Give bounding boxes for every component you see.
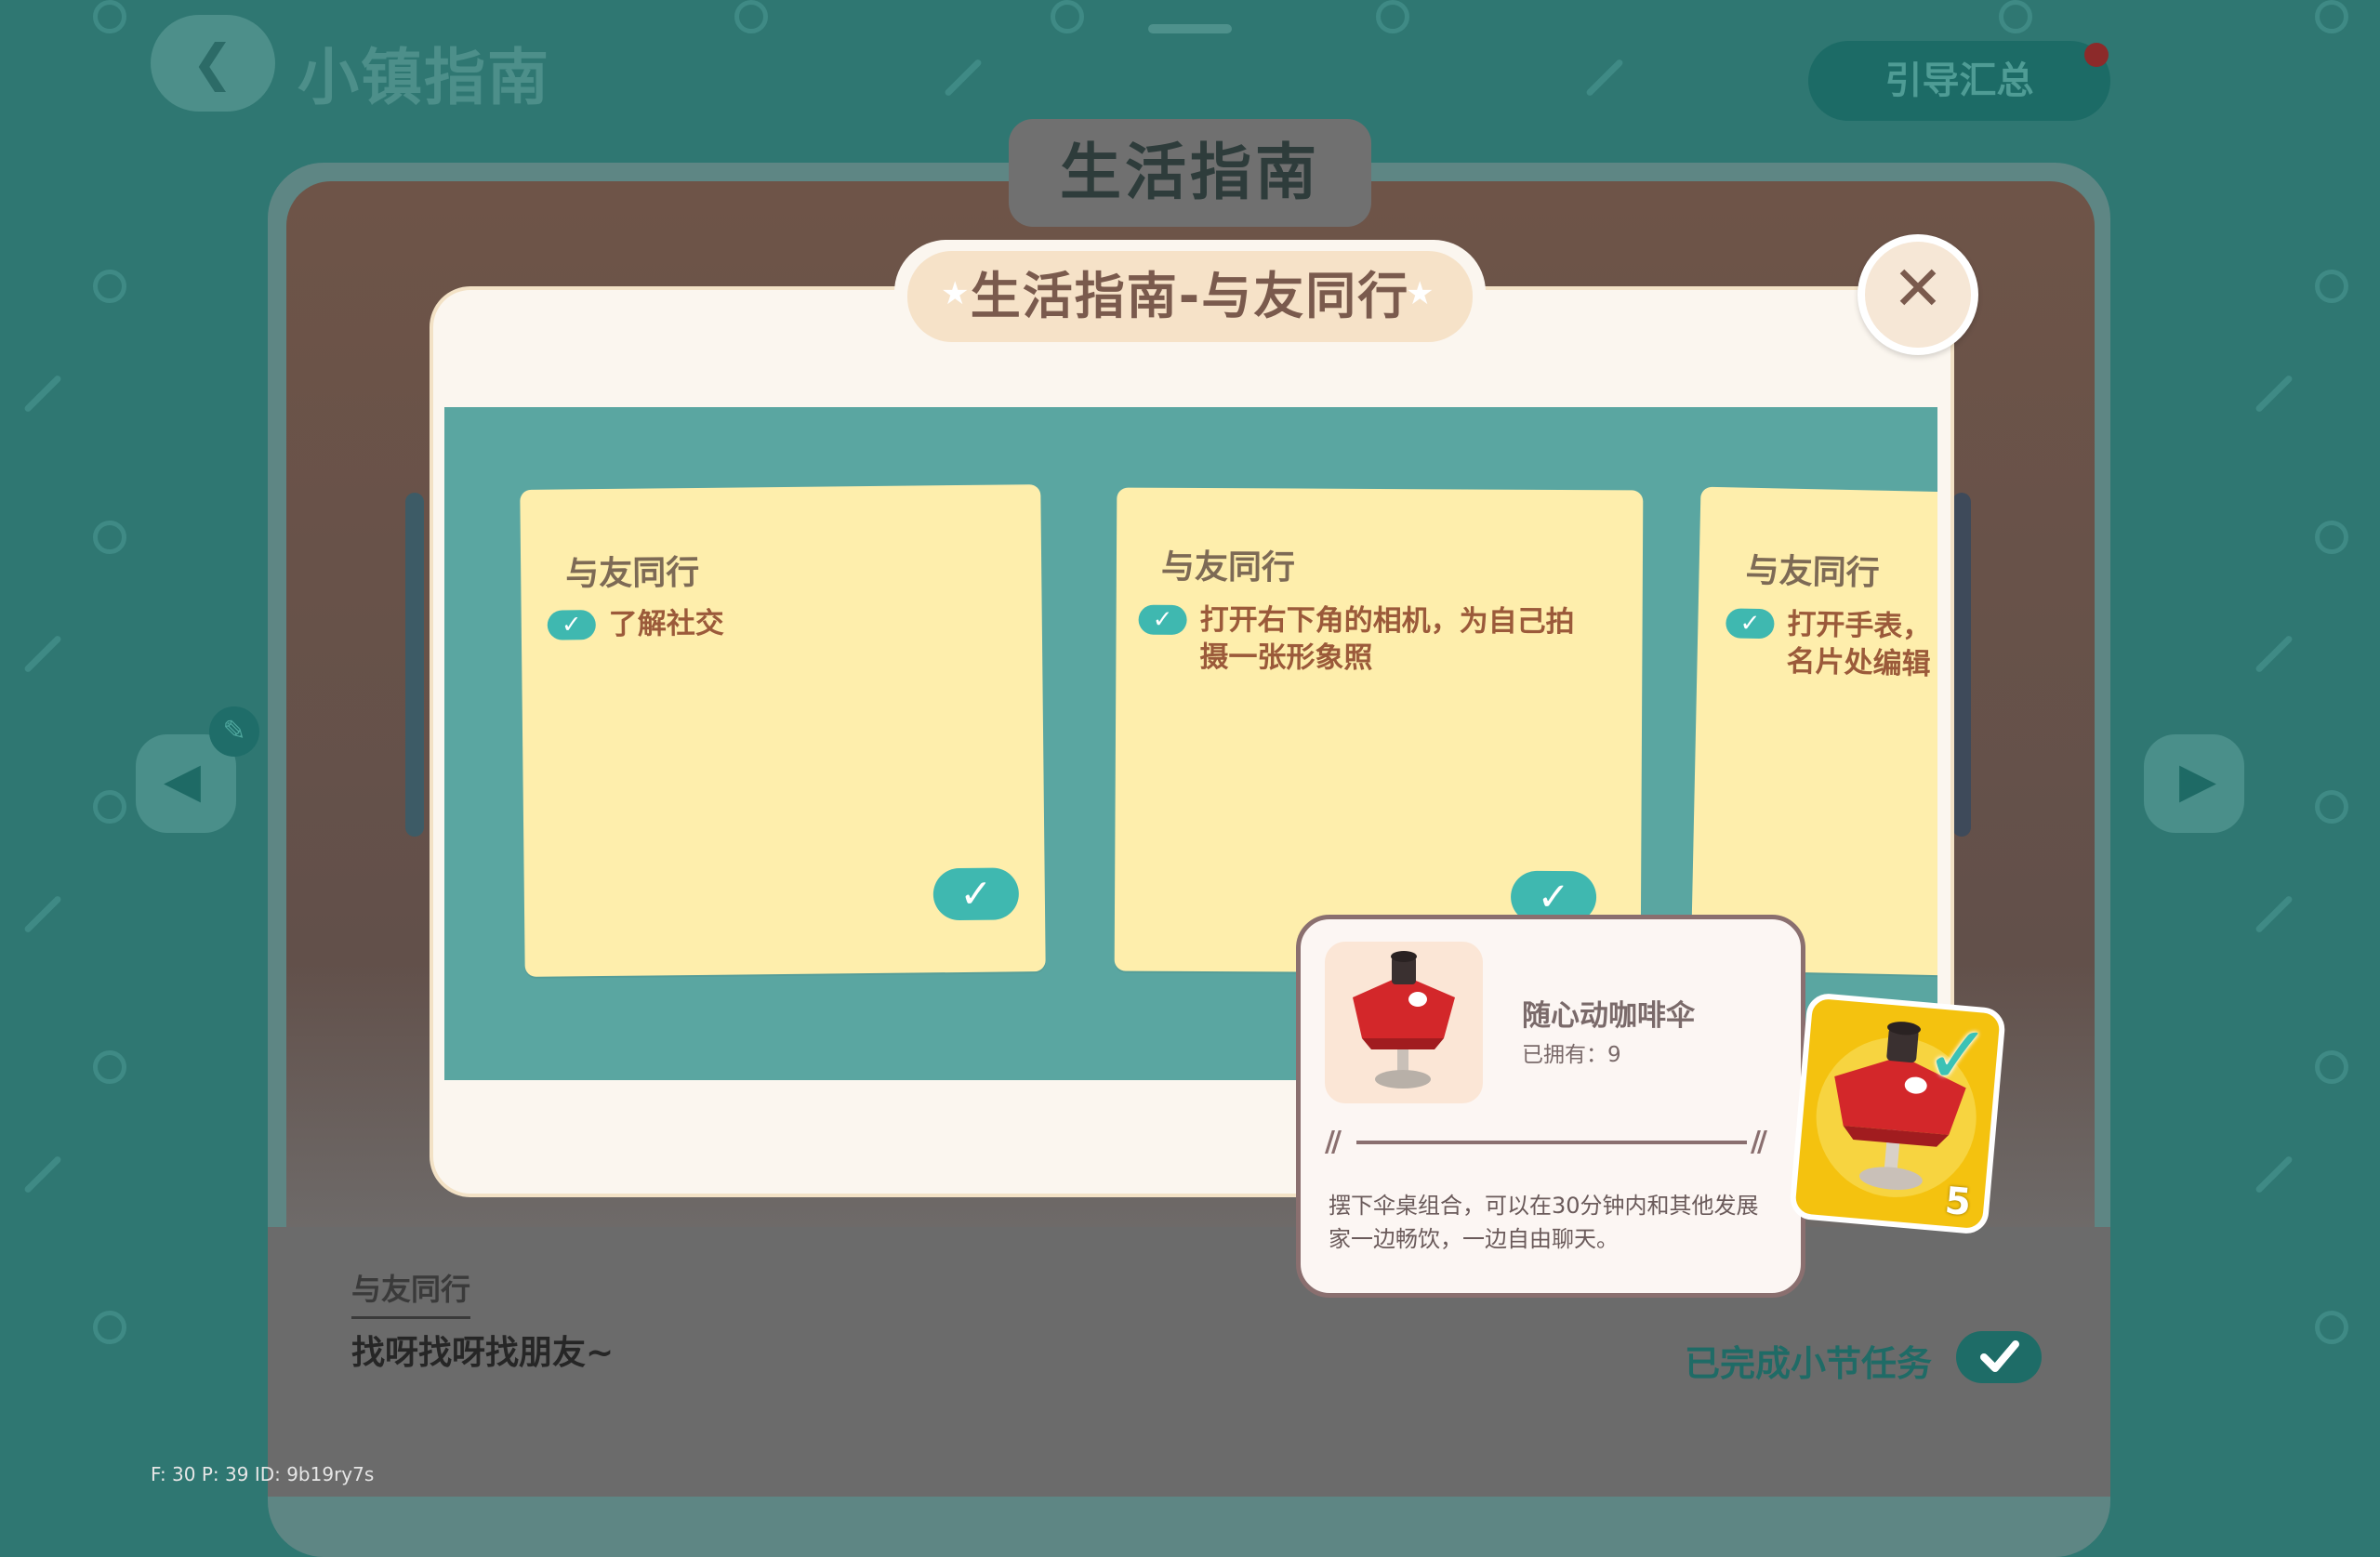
back-button[interactable]: ❮ xyxy=(151,15,275,112)
modal-title: 生活指南-与友同行 xyxy=(907,251,1473,342)
notification-dot xyxy=(2084,43,2109,67)
task-card[interactable]: 与友同行 ✓ 了解社交 ✓ xyxy=(520,484,1046,977)
item-name: 随心动咖啡伞 xyxy=(1522,999,1695,1033)
check-icon: ✓ xyxy=(1726,608,1775,640)
task-card-text: 打开右下角的相机，为自己拍 xyxy=(1199,602,1575,640)
check-icon: ✓ xyxy=(547,610,596,640)
star-icon: ★ xyxy=(1406,275,1435,312)
task-card[interactable]: 与友同行 ✓ 打开手表， 名片处编辑 xyxy=(1690,486,1937,979)
section-label: 与友同行 xyxy=(351,1266,471,1319)
task-card-text: 打开手表， xyxy=(1787,607,1932,644)
guide-summary-button[interactable]: 引导汇总 xyxy=(1808,41,2110,121)
item-description: 摆下伞桌组合，可以在30分钟内和其他发展 家一边畅饮，一边自由聊天。 xyxy=(1329,1189,1784,1256)
task-card-text-line2: 名片处编辑 xyxy=(1786,644,1931,681)
task-card-title: 与友同行 xyxy=(1160,548,1296,587)
check-icon: ✓ xyxy=(1138,604,1187,635)
task-card-title: 与友同行 xyxy=(565,553,700,594)
item-tooltip: 随心动咖啡伞 已拥有：9 // // 摆下伞桌组合，可以在30分钟内和其他发展 … xyxy=(1296,915,1805,1298)
next-page-peek xyxy=(1952,493,1971,837)
item-description-line2: 家一边畅饮，一边自由聊天。 xyxy=(1329,1226,1619,1252)
divider-ornament-left: // xyxy=(1325,1126,1342,1158)
close-button[interactable]: ✕ xyxy=(1858,234,1978,355)
play-right-icon: ▶ xyxy=(2179,753,2216,809)
item-owned-count: 已拥有：9 xyxy=(1522,1043,1621,1067)
reward-claimed-check-icon: ✓ xyxy=(1924,1009,1992,1102)
reward-count: 5 xyxy=(1943,1179,1973,1225)
debug-info: F: 30 P: 39 ID: 9b19ry7s xyxy=(151,1463,375,1485)
chevron-left-icon: ❮ xyxy=(192,33,234,92)
section-complete-label: 已完成小节任务 xyxy=(1685,1343,1933,1384)
next-page-button[interactable]: ▶ xyxy=(2144,734,2244,833)
section-subtitle: 找呀找呀找朋友~ xyxy=(351,1334,615,1372)
item-description-line1: 摆下伞桌组合，可以在30分钟内和其他发展 xyxy=(1329,1193,1759,1219)
coffee-umbrella-image xyxy=(1325,942,1483,1103)
task-card-title: 与友同行 xyxy=(1745,551,1881,593)
prev-page-peek xyxy=(405,493,424,837)
page-title: 小镇指南 xyxy=(298,42,550,113)
task-card[interactable]: 与友同行 ✓ 打开右下角的相机，为自己拍 摄一张形象照 ✓ xyxy=(1114,487,1644,974)
star-icon: ★ xyxy=(941,275,970,312)
close-icon: ✕ xyxy=(1892,253,1944,324)
play-left-icon: ◀ xyxy=(164,753,201,809)
task-complete-check-icon: ✓ xyxy=(932,867,1020,921)
book-tab-title: 生活指南 xyxy=(1009,119,1371,227)
divider-ornament-right: // xyxy=(1751,1126,1767,1158)
task-card-text-line2: 摄一张形象照 xyxy=(1199,640,1373,675)
clipboard-icon[interactable]: ✎ xyxy=(209,706,259,757)
section-complete-check-icon xyxy=(1956,1331,2042,1383)
drag-handle[interactable] xyxy=(1148,24,1232,33)
task-card-text: 了解社交 xyxy=(608,606,724,641)
divider xyxy=(1356,1141,1747,1144)
